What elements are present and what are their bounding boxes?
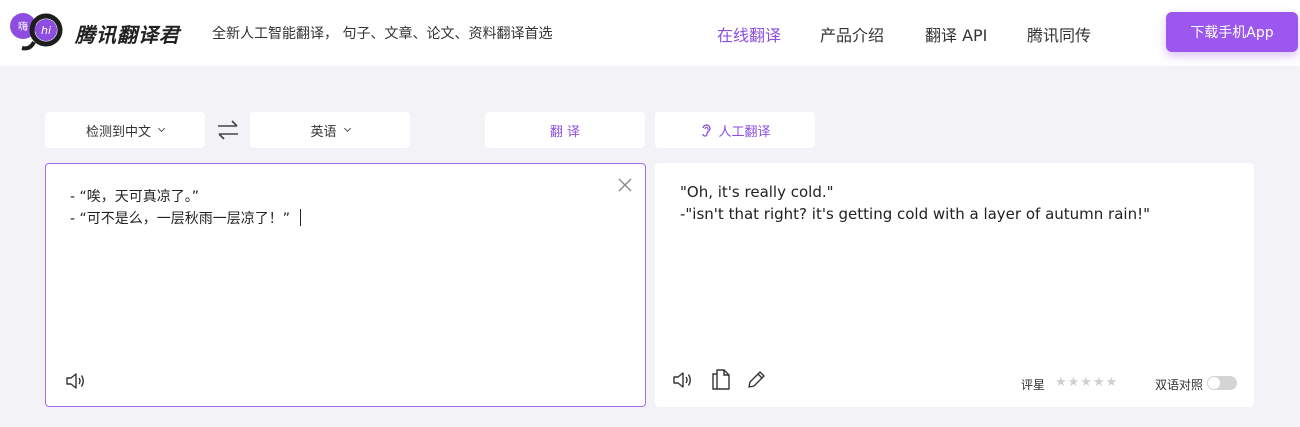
translation-line-2: -"isn't that right? it's getting cold wi… — [680, 205, 1150, 223]
translation-line-1: "Oh, it's really cold." — [680, 183, 834, 201]
nav-online-translate[interactable]: 在线翻译 — [717, 22, 781, 46]
bilingual-label: 双语对照 — [1155, 378, 1204, 392]
nav-tencent-simultaneous[interactable]: 腾讯同传 — [1027, 22, 1091, 46]
translation-text: "Oh, it's really cold." -"isn't that rig… — [680, 181, 1150, 225]
nav-translate-api[interactable]: 翻译 API — [925, 22, 987, 46]
speaker-icon[interactable] — [671, 369, 695, 391]
tagline: 全新人工智能翻译， 句子、文章、论文、资料翻译首选 — [212, 26, 553, 42]
edit-pencil-icon[interactable] — [745, 369, 769, 391]
rate-label: 评星 — [1021, 378, 1046, 392]
bilingual-toggle[interactable] — [1207, 376, 1237, 390]
source-line-2: - “可不是么，一层秋雨一层凉了！” — [70, 211, 291, 227]
source-text-area[interactable]: - “唉，天可真凉了。” - “可不是么，一层秋雨一层凉了！” — [45, 163, 646, 407]
toggle-knob — [1208, 377, 1220, 389]
ear-icon — [702, 124, 712, 137]
download-app-button[interactable]: 下载手机App — [1166, 12, 1298, 52]
copy-icon[interactable] — [709, 368, 733, 390]
text-caret — [300, 209, 302, 226]
target-language-label: 英语 — [310, 124, 337, 140]
close-icon[interactable] — [617, 177, 633, 193]
translation-result-area: "Oh, it's really cold." -"isn't that rig… — [655, 163, 1254, 407]
chevron-down-icon — [343, 124, 351, 133]
chevron-down-icon — [157, 124, 166, 133]
human-translate-button[interactable]: 人工翻译 — [655, 112, 815, 148]
target-language-select[interactable]: 英语 — [250, 112, 410, 148]
source-line-1: - “唉，天可真凉了。” — [70, 189, 200, 205]
translate-button[interactable]: 翻 译 — [485, 112, 645, 148]
nav-product-intro[interactable]: 产品介绍 — [820, 22, 884, 46]
brand-name: 腾讯翻译君 — [75, 23, 180, 47]
source-language-select[interactable]: 检测到中文 — [45, 112, 205, 148]
human-translate-label: 人工翻译 — [718, 124, 771, 140]
source-text[interactable]: - “唉，天可真凉了。” - “可不是么，一层秋雨一层凉了！” — [70, 186, 302, 230]
svg-text:hi: hi — [41, 24, 51, 37]
speaker-icon[interactable] — [64, 370, 88, 392]
source-language-label: 检测到中文 — [85, 124, 151, 140]
rating-stars[interactable]: ★★★★★ — [1055, 375, 1118, 390]
swap-languages-icon[interactable] — [216, 120, 240, 140]
top-header: 嗨 hi 腾讯翻译君 全新人工智能翻译， 句子、文章、论文、资料翻译首选 在线翻… — [0, 0, 1300, 66]
svg-text:嗨: 嗨 — [18, 20, 28, 33]
logo-icon[interactable]: 嗨 hi — [8, 10, 66, 54]
